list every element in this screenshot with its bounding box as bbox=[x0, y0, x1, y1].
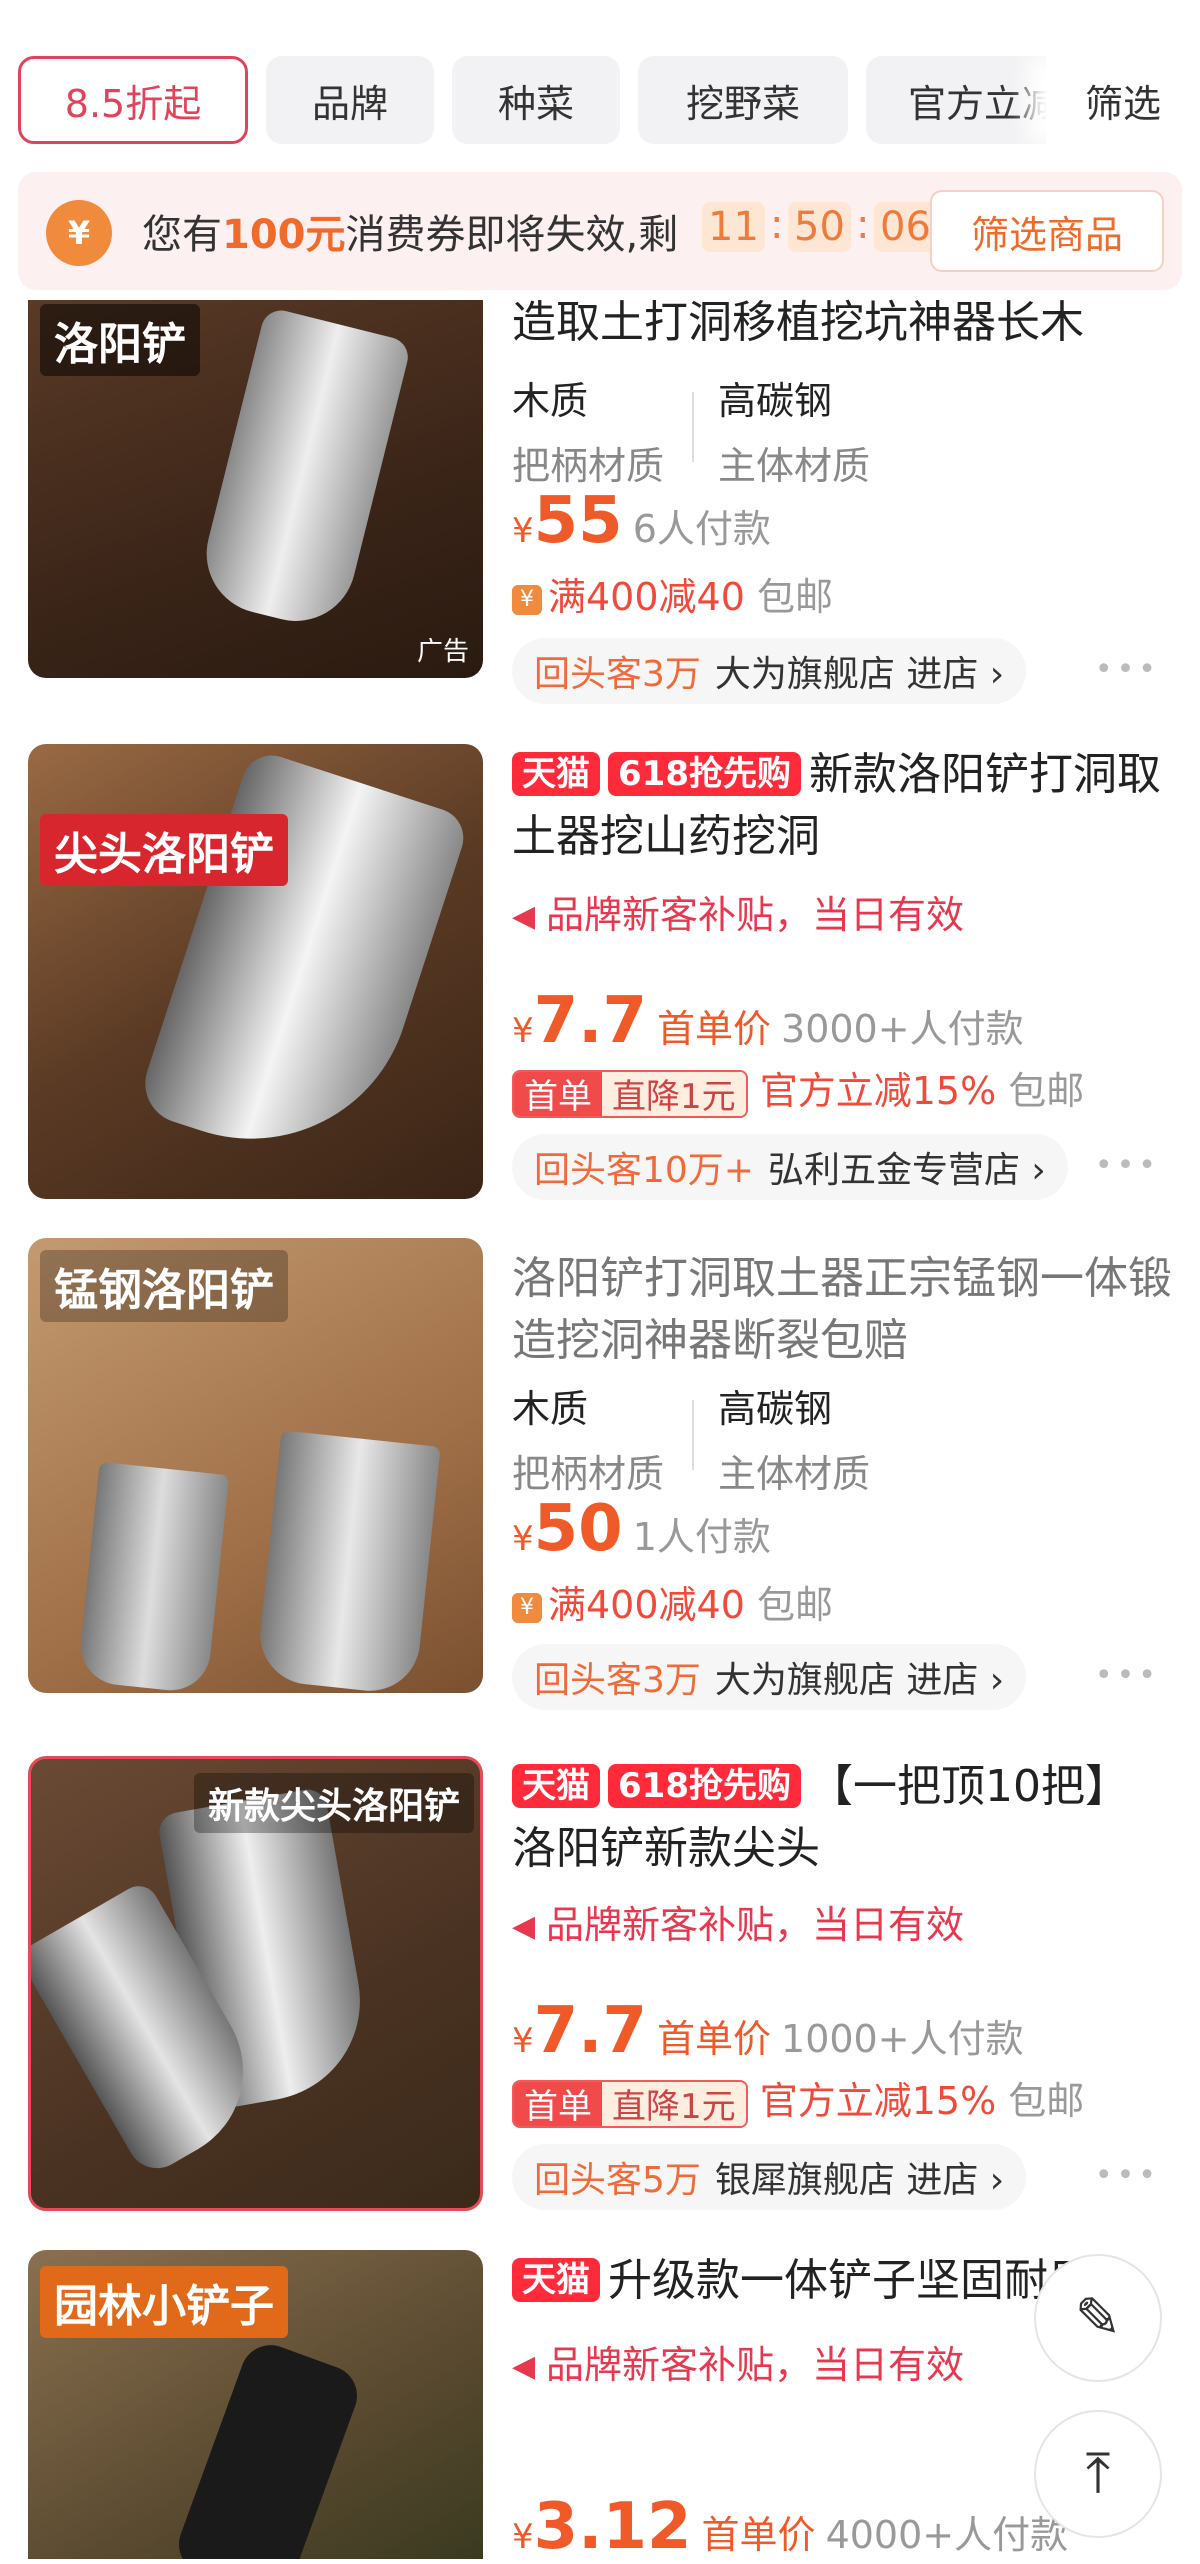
chip-wild-vegetable[interactable]: 挖野菜 bbox=[638, 56, 848, 144]
promo-tag: 618抢先购 bbox=[608, 752, 801, 796]
price: ¥55 6人付款 bbox=[512, 484, 771, 558]
chip-brand[interactable]: 品牌 bbox=[266, 56, 434, 144]
more-icon[interactable]: ••• bbox=[1095, 652, 1160, 687]
promo: 首单 直降1元 官方立减15% 包邮 bbox=[512, 1060, 1084, 1118]
product-image[interactable]: 尖头洛阳铲 bbox=[28, 744, 483, 1199]
attr-body: 高碳钢 主体材质 bbox=[718, 1387, 871, 1496]
promo: 首单 直降1元 官方立减15% 包邮 bbox=[512, 2070, 1084, 2128]
speaker-icon: ◀ bbox=[512, 1909, 536, 1944]
store-link[interactable]: 回头客10万+ 弘利五金专营店 › bbox=[512, 1134, 1068, 1200]
subsidy-text: ◀ 品牌新客补贴，当日有效 bbox=[512, 2343, 965, 2387]
tmall-tag: 天猫 bbox=[512, 752, 600, 796]
price: ¥3.12 首单价 4000+人付款 bbox=[512, 2490, 1069, 2564]
product-image[interactable]: 园林小铲子 bbox=[28, 2250, 483, 2559]
coupon-banner: ¥ 您有100元消费券即将失效,剩 11 : 50 : 06 筛选商品 bbox=[18, 172, 1182, 290]
more-icon[interactable]: ••• bbox=[1095, 1148, 1160, 1183]
product-title: 天猫 618抢先购 【一把顶10把】洛阳铲新款尖头 bbox=[512, 1761, 1129, 1874]
product-title: 洛阳铲打洞取土器正宗锰钢一体锻造挖洞神器断裂包赔 bbox=[512, 1253, 1172, 1366]
filter-button[interactable]: 筛选 bbox=[1046, 56, 1200, 144]
more-icon[interactable]: ••• bbox=[1095, 2158, 1160, 2193]
coupon-text: 您有100元消费券即将失效,剩 bbox=[142, 212, 679, 258]
product-title: 天猫 升级款一体铲子坚固耐用 bbox=[512, 2250, 1072, 2312]
tmall-tag: 天猫 bbox=[512, 2258, 600, 2302]
attr-handle: 木质 把柄材质 bbox=[512, 379, 665, 488]
status-bar bbox=[0, 0, 1200, 40]
countdown-colon: : bbox=[856, 202, 870, 248]
price: ¥7.7 首单价 3000+人付款 bbox=[512, 984, 1024, 1058]
filter-chip-bar: 8.5折起 品牌 种菜 挖野菜 官方立减 筛选 bbox=[0, 52, 1200, 152]
chip-official-discount[interactable]: 官方立减 bbox=[866, 56, 1066, 144]
tmall-tag: 天猫 bbox=[512, 1764, 600, 1808]
coupon-icon: ¥ bbox=[46, 200, 112, 266]
price: ¥50 1人付款 bbox=[512, 1492, 771, 1566]
speaker-icon: ◀ bbox=[512, 899, 536, 934]
countdown-minutes: 50 bbox=[788, 202, 851, 252]
product-image[interactable]: 锰钢洛阳铲 bbox=[28, 1238, 483, 1693]
product-title: 造取土打洞移植挖坑神器长木 bbox=[512, 297, 1084, 348]
chip-discount[interactable]: 8.5折起 bbox=[18, 56, 248, 144]
product-image[interactable]: 新款尖头洛阳铲 bbox=[28, 1756, 483, 2211]
promo: ¥ 满400减40 包邮 bbox=[512, 566, 833, 621]
price: ¥7.7 首单价 1000+人付款 bbox=[512, 1994, 1024, 2068]
edit-icon[interactable]: ✎ bbox=[1034, 2254, 1162, 2382]
chip-vegetable[interactable]: 种菜 bbox=[452, 56, 620, 144]
more-icon[interactable]: ••• bbox=[1095, 1658, 1160, 1693]
store-link[interactable]: 回头客3万 大为旗舰店 进店 › bbox=[512, 638, 1027, 704]
attr-body: 高碳钢 主体材质 bbox=[718, 379, 871, 488]
promo-tag: 618抢先购 bbox=[608, 1764, 801, 1808]
countdown-hours: 11 bbox=[702, 202, 765, 252]
ad-label: 广告 bbox=[416, 637, 469, 667]
countdown-seconds: 06 bbox=[874, 202, 937, 252]
store-link[interactable]: 回头客3万 大为旗舰店 进店 › bbox=[512, 1644, 1027, 1710]
subsidy-text: ◀ 品牌新客补贴，当日有效 bbox=[512, 893, 965, 937]
store-link[interactable]: 回头客5万 银犀旗舰店 进店 › bbox=[512, 2144, 1027, 2210]
back-to-top-icon[interactable]: ⤒ bbox=[1034, 2410, 1162, 2538]
speaker-icon: ◀ bbox=[512, 2349, 536, 2384]
subsidy-text: ◀ 品牌新客补贴，当日有效 bbox=[512, 1903, 965, 1947]
countdown-colon: : bbox=[770, 202, 784, 248]
filter-products-button[interactable]: 筛选商品 bbox=[930, 190, 1164, 272]
product-title: 天猫 618抢先购 新款洛阳铲打洞取土器挖山药挖洞 bbox=[512, 749, 1161, 862]
product-image[interactable]: 洛阳铲 广告 bbox=[28, 300, 483, 678]
attr-handle: 木质 把柄材质 bbox=[512, 1387, 665, 1496]
promo: ¥ 满400减40 包邮 bbox=[512, 1574, 833, 1629]
